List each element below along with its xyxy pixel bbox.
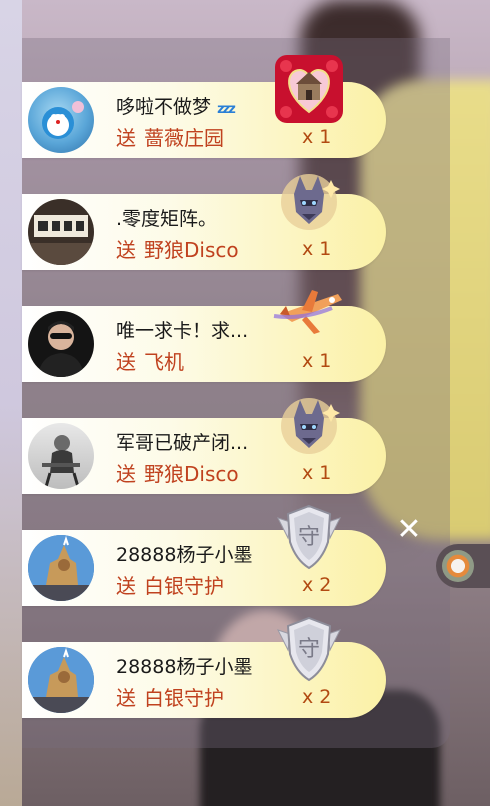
gift-banner[interactable]: 唯一求卡！求... 送飞机 x 1 (22, 290, 386, 382)
gift-sender-name: .零度矩阵。 (116, 208, 218, 230)
avatar[interactable] (28, 535, 94, 601)
gift-name: 野狼Disco (144, 238, 239, 262)
avatar[interactable] (28, 311, 94, 377)
gift-line: 送白银守护 (116, 574, 224, 598)
gift-sender-name: 唯一求卡！求... (116, 320, 249, 342)
gift-line: 送蔷薇庄园 (116, 126, 224, 150)
svg-text:守: 守 (298, 525, 320, 550)
close-icon[interactable]: ✕ (396, 515, 422, 545)
gift-sender-name: 28888杨子小墨 (116, 656, 253, 678)
gift-banner[interactable]: .零度矩阵。 送野狼Disco x 1 (22, 174, 386, 270)
gift-sender-name: 28888杨子小墨 (116, 544, 253, 566)
gift-line: 送飞机 (116, 350, 184, 374)
gift-name: 蔷薇庄园 (144, 126, 224, 150)
gift-count: x 1 (302, 462, 332, 484)
gift-count: x 1 (302, 350, 332, 372)
wolf-disco-icon (272, 164, 346, 238)
gift-line: 送野狼Disco (116, 462, 239, 486)
gift-count: x 1 (302, 126, 332, 148)
gift-name: 白银守护 (144, 574, 224, 598)
gift-name: 飞机 (144, 350, 184, 374)
gift-name: 白银守护 (144, 686, 224, 710)
gift-box-icon (442, 550, 474, 582)
airplane-icon (272, 276, 346, 350)
avatar[interactable] (28, 199, 94, 265)
gift-banner[interactable]: 28888杨子小墨 送白银守护 x 2 守 (22, 616, 386, 718)
gift-sender-name: 军哥已破产闭... (116, 432, 249, 454)
side-pill-button[interactable] (436, 544, 490, 588)
wolf-disco-icon (272, 388, 346, 462)
gift-line: 送野狼Disco (116, 238, 239, 262)
silver-guard-shield-icon: 守 (272, 500, 346, 574)
silver-guard-shield-icon: 守 (272, 612, 346, 686)
svg-text:守: 守 (298, 637, 320, 662)
gift-count: x 2 (302, 686, 332, 708)
rose-manor-icon (272, 52, 346, 126)
gift-banner[interactable]: 军哥已破产闭... 送野狼Disco x 1 (22, 398, 386, 494)
gift-line: 送白银守护 (116, 686, 224, 710)
gift-sender-name: 哆啦不做梦 zzz (116, 96, 236, 118)
gift-name: 野狼Disco (144, 462, 239, 486)
avatar[interactable] (28, 423, 94, 489)
zzz-icon: zzz (217, 102, 236, 117)
gift-banner[interactable]: 哆啦不做梦 zzz 送蔷薇庄园 x 1 (22, 55, 386, 158)
avatar[interactable] (28, 647, 94, 713)
gift-banner[interactable]: 28888杨子小墨 送白银守护 x 2 守 (22, 504, 386, 606)
gift-count: x 1 (302, 238, 332, 260)
gift-count: x 2 (302, 574, 332, 596)
avatar[interactable] (28, 87, 94, 153)
